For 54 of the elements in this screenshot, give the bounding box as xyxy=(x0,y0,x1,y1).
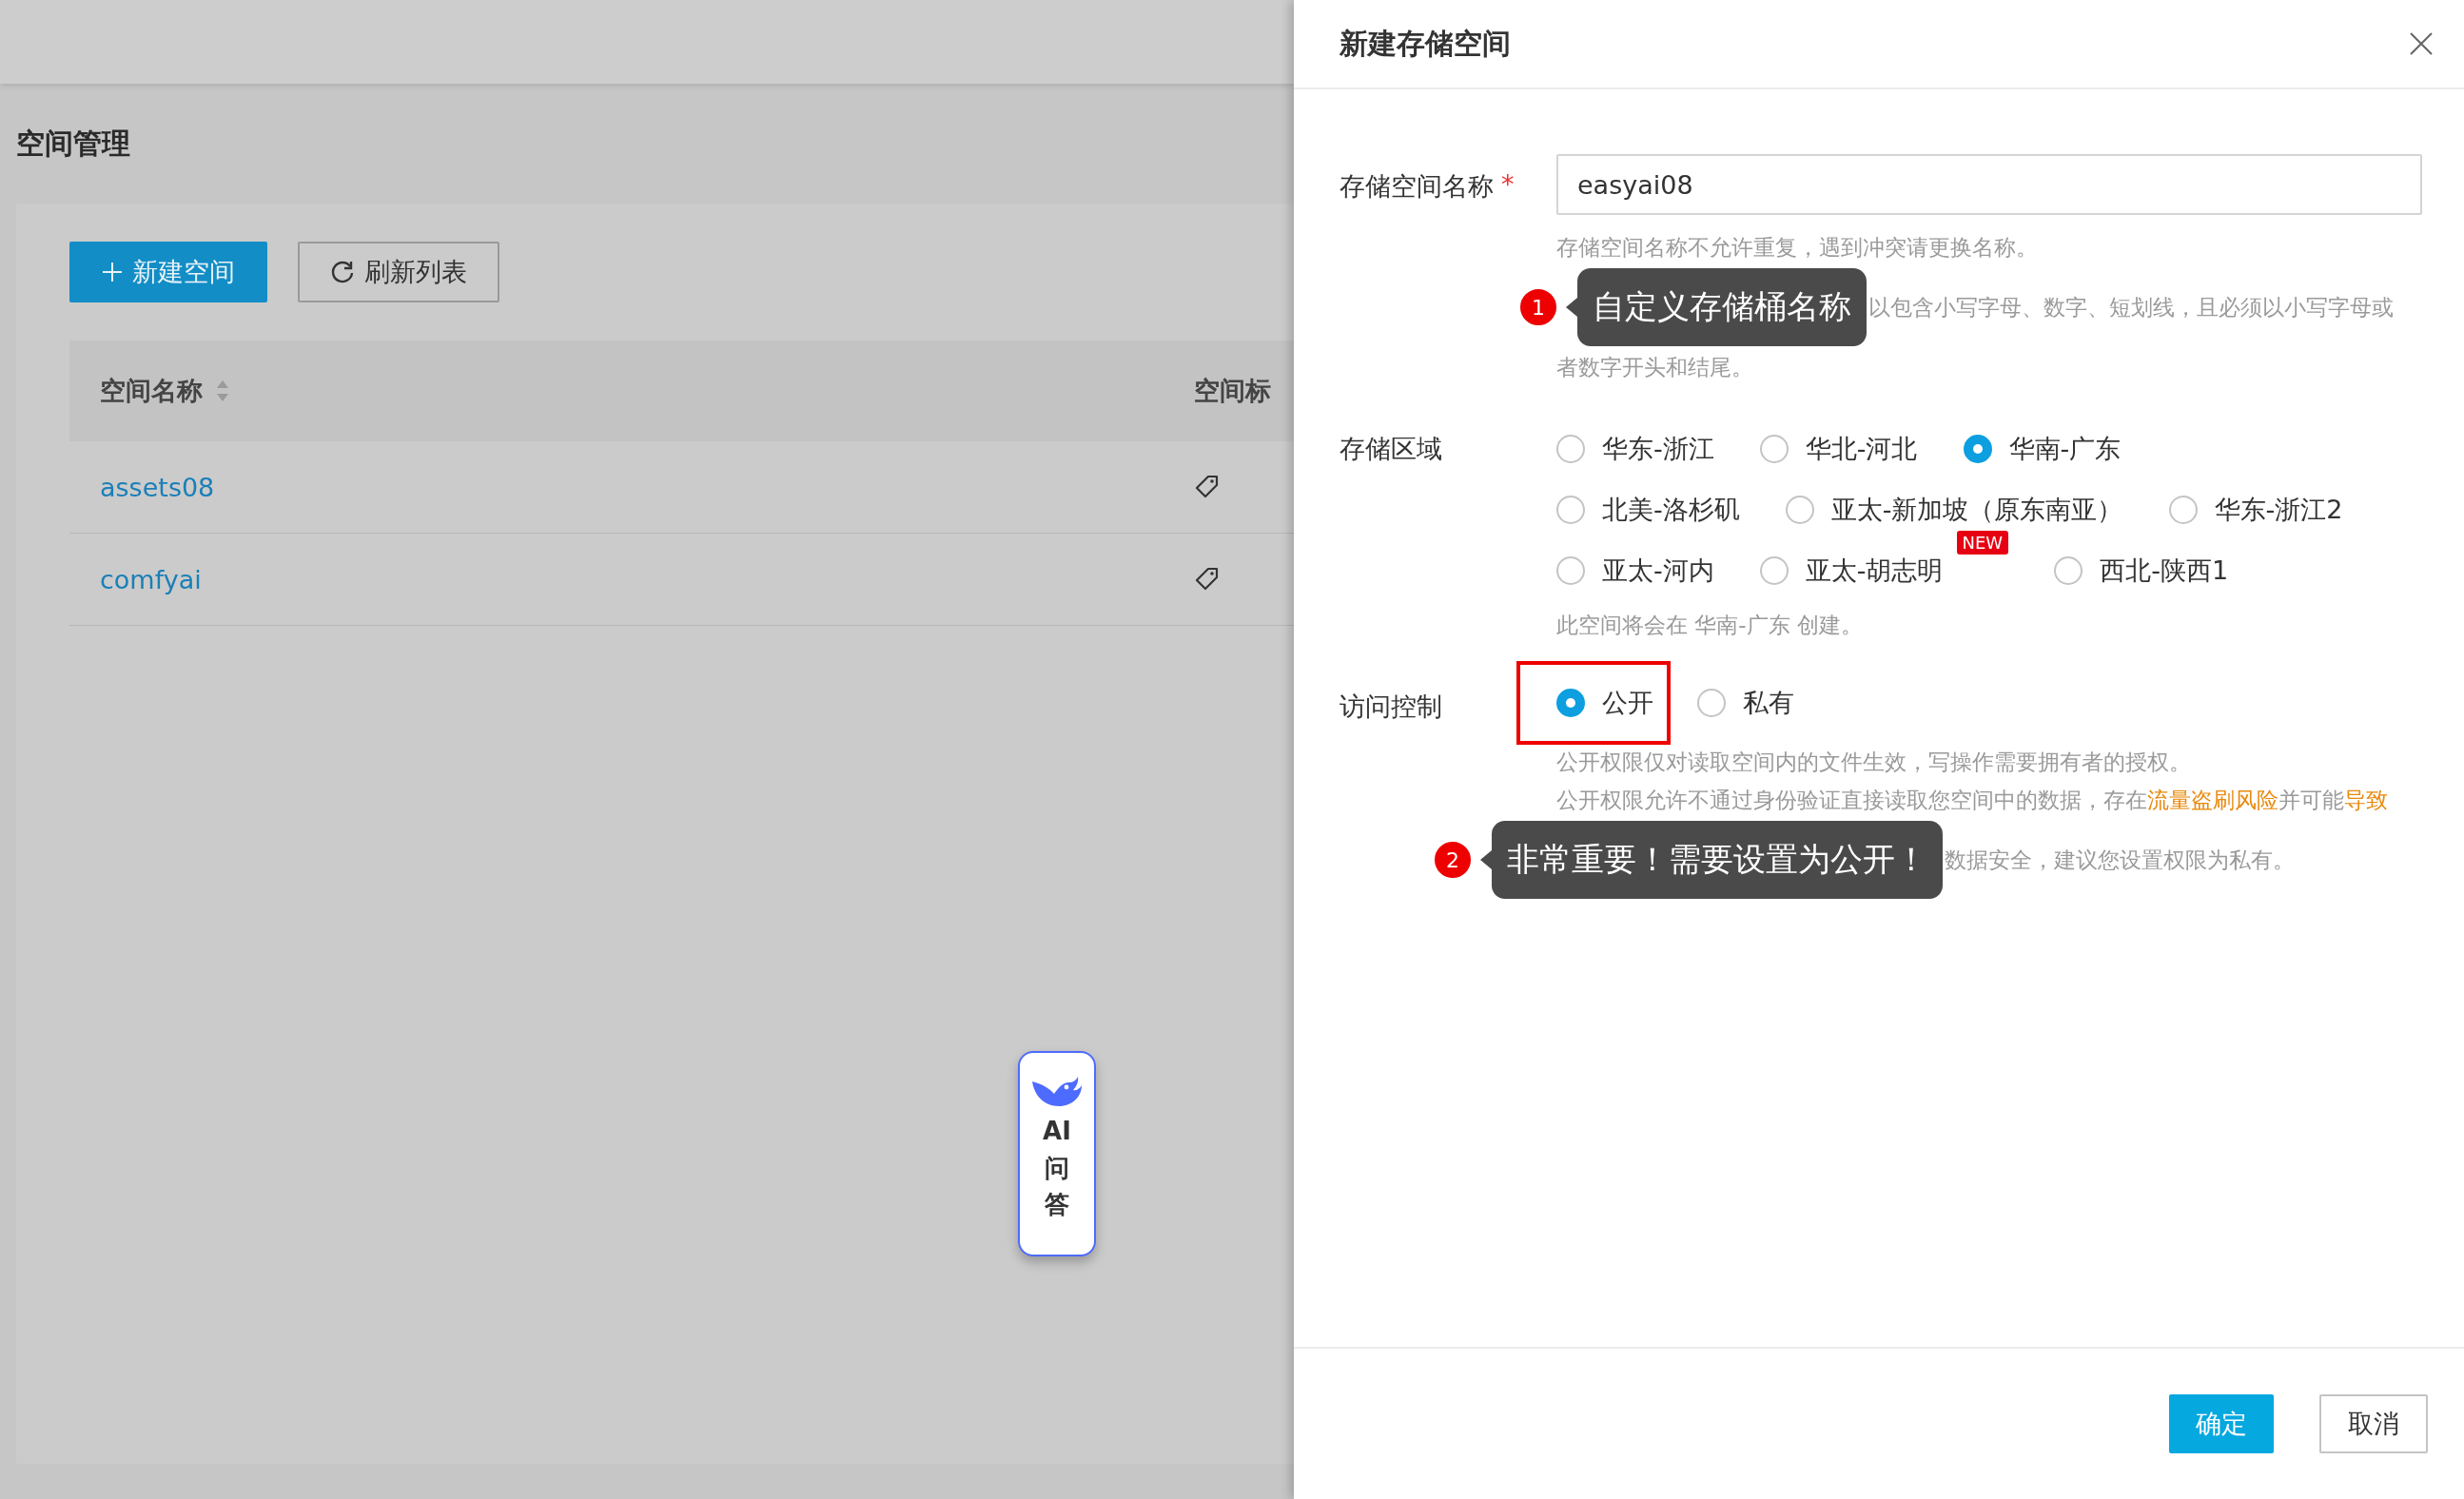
hint-text: 存储空间名称不允许重复，遇到冲突请更换名称。 xyxy=(1556,234,2039,262)
name-input-field[interactable]: easyai08 xyxy=(1556,154,2422,215)
radio-label[interactable]: 西北-陕西1 xyxy=(2100,554,2229,588)
radio-button[interactable] xyxy=(1556,556,1585,585)
radio-button[interactable] xyxy=(2054,556,2083,585)
hint-text: 公开权限仅对读取空间内的文件生效，写操作需要拥有者的授权。 xyxy=(1556,749,2192,776)
hint-text: 以包含小写字母、数字、短划线，且必须以小写字母或 xyxy=(1868,294,2394,321)
radio-button[interactable] xyxy=(1963,435,1992,463)
plus-icon xyxy=(102,262,123,282)
column-header: 空间名称 xyxy=(100,375,203,407)
radio-button[interactable] xyxy=(1556,689,1585,717)
field-label: 存储空间名称 xyxy=(1340,170,1494,203)
page-title: 空间管理 xyxy=(16,125,130,162)
field-label: 存储区域 xyxy=(1340,433,1442,465)
hint-text: 者数字开头和结尾。 xyxy=(1556,354,1754,381)
radio-button[interactable] xyxy=(1556,496,1585,524)
radio-label[interactable]: 公开 xyxy=(1602,686,1653,720)
column-header: 空间标 xyxy=(1194,375,1271,407)
ai-label: 答 xyxy=(1045,1189,1069,1220)
radio-button[interactable] xyxy=(1697,689,1726,717)
new-badge: NEW xyxy=(1956,531,2009,555)
annotation-callout: 自定义存储桶名称 xyxy=(1566,268,1867,346)
radio-label[interactable]: 私有 xyxy=(1743,686,1794,720)
sort-icon[interactable] xyxy=(216,379,229,403)
cancel-button[interactable]: 取消 xyxy=(2319,1394,2428,1453)
ai-label: AI xyxy=(1043,1116,1071,1147)
hint-text: 公开权限允许不通过身份验证直接读取您空间中的数据，存在流量盗刷风险并可能导致 xyxy=(1556,787,2389,814)
radio-button[interactable] xyxy=(2168,496,2198,524)
radio-label[interactable]: 华东-浙江2 xyxy=(2214,493,2343,527)
radio-label[interactable]: 北美-洛杉矶 xyxy=(1602,493,1740,527)
radio-button[interactable] xyxy=(1759,556,1789,585)
radio-label[interactable]: 华南-广东 xyxy=(2008,432,2122,466)
dialog-title: 新建存储空间 xyxy=(1340,25,1511,62)
radio-label[interactable]: 亚太-河内 xyxy=(1602,554,1714,588)
tag-icon[interactable] xyxy=(1194,566,1221,593)
hint-text: 数据安全，建议您设置权限为私有。 xyxy=(1945,847,2295,874)
tag-icon[interactable] xyxy=(1194,474,1221,500)
ai-chat-button[interactable]: AI 问 答 xyxy=(1018,1051,1096,1256)
annotation-callout: 非常重要！需要设置为公开！ xyxy=(1480,821,1943,899)
step-number-badge: 1 xyxy=(1518,287,1558,327)
ai-label: 问 xyxy=(1045,1152,1069,1183)
radio-label[interactable]: 亚太-新加坡（原东南亚） xyxy=(1830,493,2123,527)
field-label: 访问控制 xyxy=(1340,691,1442,723)
radio-button[interactable] xyxy=(1556,435,1585,463)
refresh-button[interactable]: 刷新列表 xyxy=(298,242,499,302)
radio-label[interactable]: 华北-河北 xyxy=(1805,432,1918,466)
region-note: 此空间将会在 华南-广东 创建。 xyxy=(1556,612,1864,639)
step-number-badge: 2 xyxy=(1433,840,1473,880)
required-mark: * xyxy=(1501,169,1515,199)
refresh-icon xyxy=(330,260,355,284)
radio-label[interactable]: 华东-浙江 xyxy=(1602,432,1714,466)
radio-button[interactable] xyxy=(1785,496,1814,524)
radio-label[interactable]: 亚太-胡志明 xyxy=(1805,554,1944,588)
radio-button[interactable] xyxy=(1759,435,1789,463)
